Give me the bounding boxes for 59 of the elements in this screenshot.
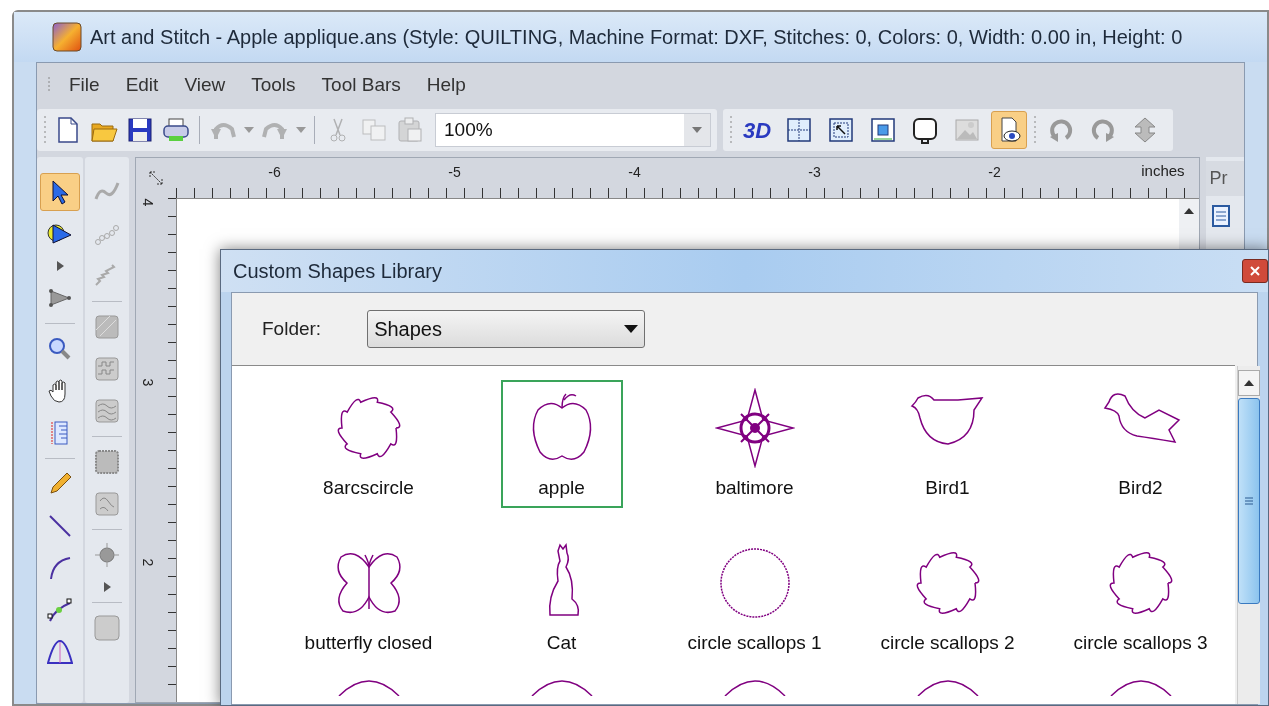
dialog-title: Custom Shapes Library bbox=[233, 259, 442, 284]
ruler-label: 3 bbox=[139, 378, 158, 387]
ruler-label: 2 bbox=[139, 558, 158, 567]
tool-button[interactable] bbox=[40, 173, 81, 211]
shape-item[interactable]: apple bbox=[500, 379, 623, 508]
shape-item[interactable]: Bird2 bbox=[1048, 379, 1233, 508]
caret-icon bbox=[103, 582, 111, 592]
app-logo-icon bbox=[52, 22, 82, 52]
grip-icon bbox=[47, 76, 51, 94]
shape-item[interactable]: circle scallops 2 bbox=[855, 534, 1040, 663]
ruler-label: -4 bbox=[628, 163, 641, 182]
folder-dropdown[interactable]: Shapes bbox=[367, 310, 646, 348]
medallion-icon bbox=[714, 387, 795, 468]
shape-item[interactable]: circle scallops 1 bbox=[662, 534, 847, 663]
panel-tab[interactable]: Pr bbox=[1205, 161, 1244, 196]
window-title: Art and Stitch - Apple applique.ans (Style: QUILTING, Machine Format: DXF, Stitches: 0, Colors: 0, Width: 0.00 in, Height: 0 bbox=[90, 25, 1183, 50]
grid-icon bbox=[784, 115, 814, 145]
3d-view-button[interactable]: 3D bbox=[739, 111, 775, 149]
ruler-label: -5 bbox=[448, 163, 461, 182]
ruler-label: -3 bbox=[808, 163, 821, 182]
shape-item[interactable]: baltimore bbox=[662, 379, 847, 508]
grip-icon bbox=[729, 115, 733, 145]
menu-item[interactable]: View bbox=[176, 68, 234, 102]
close-button[interactable] bbox=[1242, 259, 1268, 283]
shape-item[interactable]: Cat bbox=[469, 534, 654, 663]
frame-icon bbox=[868, 115, 898, 145]
grip-icon bbox=[1033, 115, 1037, 145]
arch-icon bbox=[47, 640, 74, 664]
zoom-combo-box[interactable]: 100% bbox=[435, 113, 711, 147]
menu-item[interactable]: Help bbox=[418, 68, 474, 102]
hoop-icon bbox=[910, 115, 940, 145]
shape-item[interactable]: Bird1 bbox=[855, 379, 1040, 508]
menu-item[interactable]: Tools bbox=[243, 68, 304, 102]
ruler-units: inches bbox=[1141, 161, 1185, 181]
ruler-origin-icon[interactable] bbox=[148, 170, 165, 186]
selection-box-icon bbox=[826, 115, 856, 145]
vertical-scrollbar[interactable] bbox=[1237, 366, 1260, 704]
dropdown-arrow-icon bbox=[624, 325, 639, 333]
grip-icon bbox=[43, 115, 47, 145]
caret-icon bbox=[56, 261, 64, 271]
ruler-label: 4 bbox=[139, 198, 158, 207]
ruler-label: -6 bbox=[268, 163, 281, 182]
square-icon bbox=[92, 613, 123, 643]
toolbar-button[interactable] bbox=[991, 111, 1027, 149]
scroll-up-button[interactable] bbox=[1238, 370, 1260, 396]
menu-item[interactable]: File bbox=[61, 68, 108, 102]
shape-item[interactable]: circle scallops 3 bbox=[1048, 534, 1233, 663]
menu-item[interactable]: Tool Bars bbox=[313, 68, 409, 102]
folder-label: Folder: bbox=[262, 316, 322, 341]
dropdown-arrow-icon bbox=[692, 127, 702, 133]
scroll-up-icon bbox=[1244, 380, 1254, 386]
scroll-up-icon[interactable] bbox=[1183, 207, 1194, 215]
shape-item[interactable]: 8arcscircle bbox=[276, 379, 461, 508]
close-icon bbox=[1250, 266, 1260, 276]
scrollbar-thumb[interactable] bbox=[1238, 398, 1260, 604]
ruler-label: -2 bbox=[988, 163, 1001, 182]
shape-item[interactable]: butterfly closed bbox=[276, 534, 461, 663]
menu-item[interactable]: Edit bbox=[117, 68, 167, 102]
grip-icon bbox=[1244, 496, 1254, 506]
